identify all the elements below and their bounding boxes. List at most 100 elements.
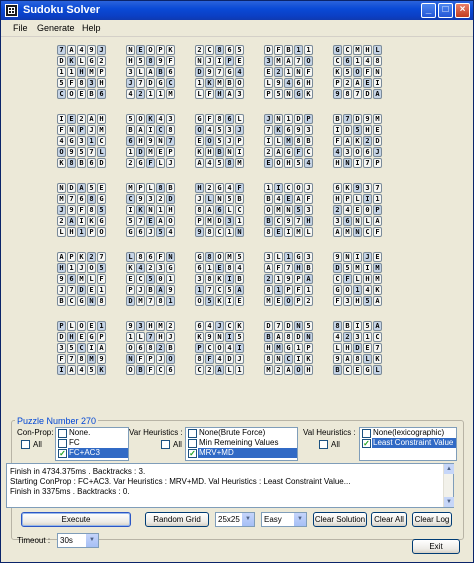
board-cell[interactable]: I bbox=[353, 252, 362, 262]
board-cell[interactable]: G bbox=[156, 78, 165, 88]
board-cell[interactable]: 1 bbox=[126, 147, 135, 157]
board-cell[interactable]: 2 bbox=[136, 89, 145, 99]
board-cell[interactable]: I bbox=[126, 205, 135, 215]
board-cell[interactable]: 7 bbox=[353, 89, 362, 99]
board-cell[interactable]: 2 bbox=[146, 263, 155, 273]
board-cell[interactable]: 7 bbox=[284, 263, 293, 273]
board-cell[interactable]: H bbox=[333, 158, 342, 168]
board-cell[interactable]: 9 bbox=[97, 354, 106, 364]
board-cell[interactable]: 8 bbox=[195, 205, 204, 215]
board-cell[interactable]: 1 bbox=[225, 227, 234, 237]
board-cell[interactable]: D bbox=[136, 147, 145, 157]
board-cell[interactable]: C bbox=[195, 365, 204, 375]
board-cell[interactable]: 9 bbox=[333, 89, 342, 99]
board-cell[interactable]: 3 bbox=[304, 125, 313, 135]
board-cell[interactable]: 8 bbox=[343, 89, 352, 99]
board-cell[interactable]: 4 bbox=[126, 89, 135, 99]
board-cell[interactable]: L bbox=[126, 252, 135, 262]
board-cell[interactable]: A bbox=[284, 56, 293, 66]
board-cell[interactable]: 8 bbox=[195, 354, 204, 364]
board-cell[interactable]: 8 bbox=[77, 78, 86, 88]
board-cell[interactable]: 8 bbox=[77, 354, 86, 364]
var-heuristics-option-checkbox-0[interactable] bbox=[188, 429, 197, 438]
board-cell[interactable]: H bbox=[67, 227, 76, 237]
board-cell[interactable]: O bbox=[353, 67, 362, 77]
board-cell[interactable]: N bbox=[294, 67, 303, 77]
board-cell[interactable]: 4 bbox=[333, 332, 342, 342]
board-cell[interactable]: P bbox=[57, 321, 66, 331]
board-cell[interactable]: I bbox=[274, 183, 283, 193]
board-cell[interactable]: F bbox=[57, 354, 66, 364]
board-cell[interactable]: A bbox=[274, 332, 283, 342]
board-cell[interactable]: N bbox=[353, 227, 362, 237]
board-cell[interactable]: K bbox=[195, 147, 204, 157]
board-cell[interactable]: B bbox=[343, 321, 352, 331]
scroll-down-icon[interactable]: ▼ bbox=[444, 497, 454, 507]
board-cell[interactable]: 8 bbox=[333, 321, 342, 331]
board-cell[interactable]: J bbox=[136, 285, 145, 295]
board-cell[interactable]: 8 bbox=[264, 285, 273, 295]
clear-solution-button[interactable]: Clear Solution bbox=[313, 512, 367, 527]
board-cell[interactable]: 9 bbox=[87, 45, 96, 55]
board-cell[interactable]: A bbox=[373, 89, 382, 99]
board-cell[interactable]: 0 bbox=[363, 205, 372, 215]
board-cell[interactable]: O bbox=[294, 365, 303, 375]
board-cell[interactable]: 9 bbox=[284, 216, 293, 226]
board-cell[interactable]: 6 bbox=[195, 321, 204, 331]
board-cell[interactable]: C bbox=[343, 365, 352, 375]
board-cell[interactable]: M bbox=[235, 158, 244, 168]
board-cell[interactable]: 4 bbox=[205, 158, 214, 168]
board-cell[interactable]: M bbox=[284, 136, 293, 146]
board-cell[interactable]: 4 bbox=[333, 147, 342, 157]
board-cell[interactable]: L bbox=[57, 227, 66, 237]
board-cell[interactable]: H bbox=[166, 205, 175, 215]
board-cell[interactable]: P bbox=[304, 343, 313, 353]
board-cell[interactable]: M bbox=[294, 227, 303, 237]
board-cell[interactable]: C bbox=[215, 227, 224, 237]
board-cell[interactable]: 5 bbox=[304, 321, 313, 331]
board-cell[interactable]: E bbox=[77, 89, 86, 99]
board-cell[interactable]: G bbox=[77, 296, 86, 306]
maximize-button[interactable]: □ bbox=[438, 3, 453, 18]
board-cell[interactable]: B bbox=[225, 78, 234, 88]
board-cell[interactable]: 5 bbox=[97, 263, 106, 273]
board-cell[interactable]: K bbox=[195, 332, 204, 342]
board-cell[interactable]: L bbox=[304, 227, 313, 237]
board-cell[interactable]: M bbox=[126, 183, 135, 193]
board-cell[interactable]: K bbox=[126, 263, 135, 273]
board-cell[interactable]: I bbox=[215, 56, 224, 66]
board-cell[interactable]: 5 bbox=[363, 321, 372, 331]
board-cell[interactable]: J bbox=[215, 321, 224, 331]
board-cell[interactable]: 2 bbox=[333, 205, 342, 215]
board-cell[interactable]: F bbox=[57, 125, 66, 135]
board-cell[interactable]: E bbox=[373, 252, 382, 262]
board-cell[interactable]: 4 bbox=[166, 227, 175, 237]
board-cell[interactable]: O bbox=[343, 285, 352, 295]
board-cell[interactable]: O bbox=[215, 252, 224, 262]
board-cell[interactable]: 2 bbox=[77, 114, 86, 124]
close-button[interactable]: × bbox=[455, 3, 470, 18]
board-cell[interactable]: 3 bbox=[264, 252, 273, 262]
board-cell[interactable]: A bbox=[156, 216, 165, 226]
board-cell[interactable]: K bbox=[333, 67, 342, 77]
board-cell[interactable]: 9 bbox=[274, 78, 283, 88]
board-cell[interactable]: E bbox=[264, 67, 273, 77]
board-cell[interactable]: G bbox=[215, 183, 224, 193]
board-cell[interactable]: 3 bbox=[166, 114, 175, 124]
board-cell[interactable]: 9 bbox=[294, 125, 303, 135]
board-cell[interactable]: F bbox=[294, 285, 303, 295]
board-cell[interactable]: 8 bbox=[136, 252, 145, 262]
board-cell[interactable]: A bbox=[373, 296, 382, 306]
board-cell[interactable]: 4 bbox=[225, 343, 234, 353]
board-cell[interactable]: 5 bbox=[215, 158, 224, 168]
board-cell[interactable]: M bbox=[215, 78, 224, 88]
board-cell[interactable]: M bbox=[97, 125, 106, 135]
board-cell[interactable]: 2 bbox=[205, 183, 214, 193]
board-cell[interactable]: H bbox=[363, 125, 372, 135]
board-cell[interactable]: D bbox=[97, 158, 106, 168]
board-cell[interactable]: C bbox=[343, 45, 352, 55]
board-cell[interactable]: I bbox=[225, 332, 234, 342]
board-cell[interactable]: 6 bbox=[343, 56, 352, 66]
board-cell[interactable]: I bbox=[294, 354, 303, 364]
board-cell[interactable]: 7 bbox=[146, 296, 155, 306]
